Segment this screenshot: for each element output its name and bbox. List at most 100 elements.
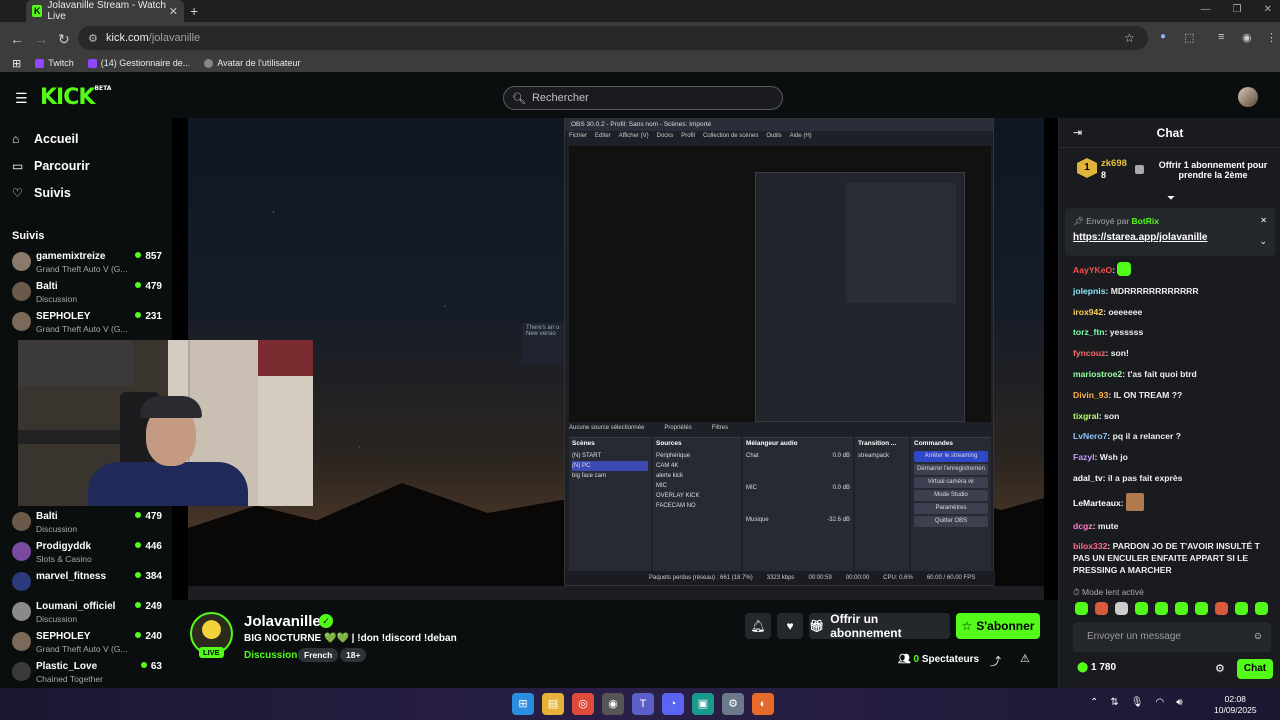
followed-channel[interactable]: Balti Discussion 479: [12, 278, 162, 306]
chat-username[interactable]: dcgz: [1073, 521, 1093, 531]
followed-channel[interactable]: SEPHOLEY Grand Theft Auto V (G... 240: [12, 628, 162, 656]
chat-username[interactable]: mariostroe2: [1073, 369, 1122, 379]
chat-message-input[interactable]: Envoyer un message ☺: [1073, 622, 1271, 652]
subscribe-button[interactable]: ☆ S'abonner: [956, 613, 1040, 639]
windows-start-icon[interactable]: ⊞: [512, 693, 534, 715]
chrome-icon[interactable]: ◎: [572, 693, 594, 715]
maximize-icon[interactable]: ❐: [1233, 4, 1242, 15]
followed-channel[interactable]: Plastic_Love Chained Together 63: [12, 658, 162, 686]
emote-icon[interactable]: [1215, 602, 1228, 615]
chat-username[interactable]: tixgral: [1073, 411, 1099, 421]
bookmark-avatar[interactable]: Avatar de l'utilisateur: [204, 58, 300, 68]
chat-username[interactable]: LvNero7: [1073, 431, 1107, 441]
hamburger-menu-icon[interactable]: ☰: [15, 90, 28, 107]
tag-18plus[interactable]: 18+: [340, 648, 367, 662]
emote-icon[interactable]: [1075, 602, 1088, 615]
new-tab-button[interactable]: +: [190, 3, 198, 19]
report-icon[interactable]: ⚠: [1020, 652, 1030, 665]
gift-offer-button[interactable]: Offrir 1 abonnement pour prendre la 2ème: [1153, 160, 1273, 180]
reload-icon[interactable]: ↻: [58, 31, 70, 48]
user-avatar[interactable]: [1238, 87, 1258, 107]
chat-send-button[interactable]: Chat: [1237, 659, 1273, 679]
url-bar[interactable]: ⚙ kick.com/jolavanille: [78, 26, 1148, 50]
media-icon[interactable]: ≡: [1218, 31, 1224, 43]
back-icon[interactable]: ←: [10, 31, 24, 47]
tag-french[interactable]: French: [298, 648, 339, 662]
kick-logo[interactable]: KICKBETA: [40, 85, 111, 110]
site-info-icon[interactable]: ⚙: [88, 32, 98, 45]
chat-username[interactable]: jolepnis: [1073, 286, 1105, 296]
gifter-name[interactable]: zk698: [1101, 158, 1127, 169]
gift-sub-button[interactable]: 🎁︎ Offrir un abonnement: [809, 612, 950, 640]
chat-settings-icon[interactable]: ⚙: [1215, 662, 1225, 675]
share-icon[interactable]: ⤴: [990, 653, 1001, 669]
followed-channel[interactable]: gamemixtreize Grand Theft Auto V (G... 857: [12, 248, 162, 276]
followed-channel[interactable]: marvel_fitness 384: [12, 568, 162, 596]
emote-icon[interactable]: [1115, 602, 1128, 615]
chat-text: IL ON TREAM ??: [1113, 389, 1183, 400]
follow-heart-icon[interactable]: ♥: [777, 613, 803, 639]
chat-username[interactable]: Fazyl: [1073, 452, 1095, 462]
unpin-icon[interactable]: ✕: [1260, 216, 1267, 225]
network-icon[interactable]: ⇅: [1110, 697, 1118, 708]
obs-transition-dock: Transition ... streampack: [855, 437, 909, 585]
app-icon[interactable]: ▣: [692, 693, 714, 715]
search-input[interactable]: 🔍︎ Rechercher: [503, 86, 783, 110]
chevron-down-icon[interactable]: ⌄: [1259, 236, 1267, 247]
emote-icon[interactable]: [1175, 602, 1188, 615]
emote-icon[interactable]: [1135, 602, 1148, 615]
settings-icon[interactable]: ⚙: [722, 693, 744, 715]
mic-icon[interactable]: 🎙︎: [1131, 697, 1144, 708]
followed-channel[interactable]: Prodigyddk Slots & Casino 446: [12, 538, 162, 566]
apps-grid-icon[interactable]: ⊞: [12, 57, 21, 70]
chat-username[interactable]: fyncouz: [1073, 348, 1105, 358]
wifi-icon[interactable]: ◠: [1155, 697, 1164, 708]
profile-icon[interactable]: ◉: [1242, 31, 1252, 44]
chat-username[interactable]: adal_tv: [1073, 473, 1103, 483]
bookmark-twitch[interactable]: Twitch: [35, 58, 74, 68]
pinned-link[interactable]: https://starea.app/jolavanille: [1073, 232, 1207, 243]
extensions-puzzle-icon[interactable]: ⬚: [1184, 31, 1194, 44]
teams-icon[interactable]: T: [632, 693, 654, 715]
emote-icon[interactable]: [1195, 602, 1208, 615]
close-tab-icon[interactable]: ✕: [169, 5, 178, 18]
volume-icon[interactable]: 🔊︎: [1176, 697, 1182, 708]
nav-suivis[interactable]: ♡ Suivis: [12, 186, 71, 200]
close-window-icon[interactable]: ✕: [1264, 4, 1272, 15]
browser-menu-icon[interactable]: ⋮: [1266, 31, 1277, 44]
chat-username[interactable]: torz_ftn: [1073, 327, 1105, 337]
firefox-icon[interactable]: ◐: [752, 693, 774, 715]
nav-accueil[interactable]: ⌂ Accueil: [12, 132, 78, 146]
chat-username[interactable]: LeMarteaux: [1073, 498, 1121, 508]
channel-points[interactable]: ⬤ 1 780: [1077, 662, 1116, 673]
emote-icon[interactable]: [1155, 602, 1168, 615]
obs-icon[interactable]: ◉: [602, 693, 624, 715]
chevron-up-icon[interactable]: ⌃: [1090, 697, 1098, 708]
nav-parcourir[interactable]: ▭ Parcourir: [12, 159, 90, 173]
user-icon: [204, 58, 214, 68]
file-explorer-icon[interactable]: ▤: [542, 693, 564, 715]
bookmark-star-icon[interactable]: ☆: [1124, 31, 1135, 45]
chat-username[interactable]: bilox332: [1073, 541, 1107, 551]
chat-username[interactable]: Divin_93: [1073, 390, 1108, 400]
chat-username[interactable]: AayYKeO: [1073, 265, 1112, 275]
emote-icon[interactable]: [1095, 602, 1108, 615]
emoji-picker-icon[interactable]: ☺: [1253, 622, 1263, 652]
expand-pinned-icon[interactable]: ⏷: [1167, 193, 1175, 204]
followed-channel[interactable]: Balti Discussion 479: [12, 508, 162, 536]
notification-bell-icon[interactable]: 🔔︎: [745, 613, 771, 639]
forward-icon[interactable]: →: [34, 31, 48, 47]
minimize-icon[interactable]: —: [1201, 4, 1211, 15]
streamer-name[interactable]: Jolavanille: [244, 613, 321, 630]
system-clock[interactable]: 02:08 10/09/2025: [1214, 694, 1257, 716]
chat-username[interactable]: irox942: [1073, 307, 1103, 317]
followed-channel[interactable]: Loumani_officiel Discussion 249: [12, 598, 162, 626]
bookmark-gestionnaire[interactable]: (14) Gestionnaire de...: [87, 58, 190, 68]
emote-icon[interactable]: [1235, 602, 1248, 615]
emote-icon[interactable]: [1255, 602, 1268, 615]
extension-icon[interactable]: ●: [1160, 31, 1166, 42]
discord-icon[interactable]: ◔: [662, 693, 684, 715]
followed-channel[interactable]: SEPHOLEY Grand Theft Auto V (G... 231: [12, 308, 162, 336]
browser-tab-active[interactable]: K Jolavanille Stream - Watch Live ✕: [26, 0, 184, 22]
stream-category[interactable]: Discussion: [244, 650, 297, 661]
